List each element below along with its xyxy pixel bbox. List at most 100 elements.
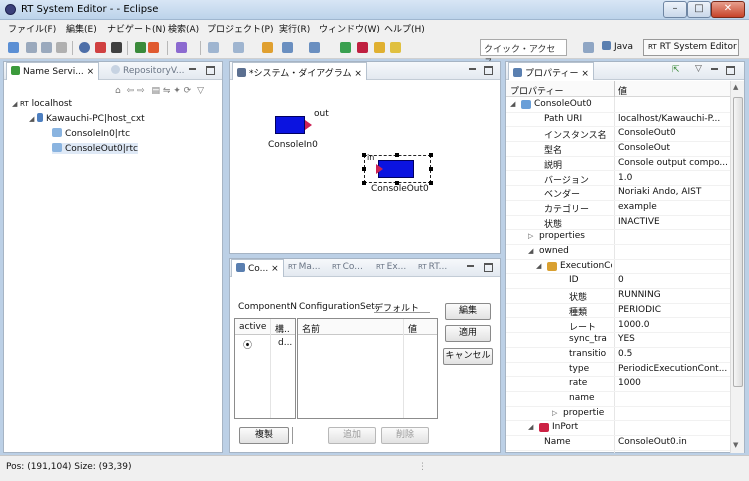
property-row[interactable]: ▷ properties	[506, 230, 730, 245]
last-edit-icon[interactable]	[262, 42, 273, 53]
save-icon[interactable]	[26, 42, 37, 53]
property-row[interactable]: Name ConsoleOut0.in	[506, 436, 730, 451]
view-menu-icon[interactable]: ▽	[695, 64, 702, 74]
tab-manager[interactable]: RT Ma...	[284, 259, 325, 277]
expand-arrow-icon[interactable]: ▷	[528, 232, 533, 240]
expand-arrow-icon[interactable]: ◢	[528, 423, 533, 431]
expand-arrow-icon[interactable]: ▷	[552, 409, 557, 417]
add-button[interactable]: 追加	[328, 427, 376, 444]
open-perspective-icon[interactable]	[583, 42, 594, 53]
minimize-view-icon[interactable]	[466, 263, 475, 272]
property-row[interactable]: レート 1000.0	[506, 319, 730, 334]
menu-help[interactable]: ヘルプ(H)	[384, 22, 425, 35]
close-button[interactable]: ✕	[711, 1, 745, 18]
resize-handle[interactable]	[395, 153, 399, 157]
configuration-set-value[interactable]: デフォルト	[374, 299, 430, 314]
resize-handle[interactable]	[429, 153, 433, 157]
scroll-down-icon[interactable]: ▼	[733, 441, 738, 449]
property-row[interactable]: ◢ InPort	[506, 421, 730, 437]
column-header-name[interactable]: 名前	[302, 322, 320, 335]
property-row[interactable]: 状態 INACTIVE	[506, 216, 730, 231]
maximize-view-icon[interactable]	[726, 66, 735, 75]
column-header-value[interactable]: 値	[408, 322, 417, 335]
property-row[interactable]: バージョン 1.0	[506, 172, 730, 187]
minimize-button[interactable]: –	[663, 1, 687, 18]
property-row[interactable]: name	[506, 392, 730, 407]
column-header-property[interactable]: プロパティー	[510, 84, 563, 97]
property-row[interactable]: sync_tra YES	[506, 333, 730, 348]
delete-button[interactable]: 削除	[381, 427, 429, 444]
view-menu-icon[interactable]: ▽	[197, 86, 204, 96]
link-icon[interactable]: ⇋	[163, 86, 171, 96]
property-row[interactable]: ◢ owned	[506, 245, 730, 260]
tab-repository[interactable]: RepositoryV...	[107, 62, 188, 80]
settings-icon[interactable]	[79, 42, 90, 53]
menu-search[interactable]: 検索(A)	[168, 22, 199, 35]
expand-arrow-icon[interactable]: ◢	[536, 262, 541, 270]
maximize-view-icon[interactable]	[484, 263, 493, 272]
property-row[interactable]: ◢ ConsoleOut0	[506, 98, 730, 113]
tab-properties[interactable]: プロパティー ⨯	[508, 62, 594, 80]
property-row[interactable]: 種類 PERIODIC	[506, 304, 730, 319]
tab-configuration[interactable]: Co... ⨯	[231, 259, 284, 277]
minimize-view-icon[interactable]	[710, 66, 719, 75]
menu-run[interactable]: 実行(R)	[279, 22, 310, 35]
expand-arrow-icon[interactable]: ◢	[510, 100, 515, 108]
column-header-active[interactable]: active	[239, 322, 266, 332]
property-row[interactable]: ◢ ExecutionCc	[506, 260, 730, 275]
menu-window[interactable]: ウィンドウ(W)	[319, 22, 380, 35]
rtc-on-icon[interactable]	[95, 42, 106, 53]
back-icon[interactable]: ⇦	[127, 86, 135, 96]
save-all-icon[interactable]	[41, 42, 52, 53]
tree-item-consoleout0[interactable]: ConsoleOut0|rtc	[52, 143, 138, 154]
component-consoleout0[interactable]	[378, 160, 414, 178]
refresh-icon[interactable]: ⟳	[184, 86, 192, 96]
minimize-view-icon[interactable]	[468, 66, 477, 75]
property-row[interactable]: Path URI localhost/Kawauchi-P...	[506, 113, 730, 128]
menu-file[interactable]: ファイル(F)	[8, 22, 56, 35]
property-row[interactable]: カテゴリー example	[506, 201, 730, 216]
pin-icon[interactable]: ⇱	[672, 65, 680, 75]
resize-handle[interactable]	[362, 167, 366, 171]
maximize-button[interactable]: □	[687, 1, 711, 18]
tree-item-host-context[interactable]: ◢ Kawauchi-PC|host_cxt	[29, 113, 145, 124]
property-row[interactable]: ▷ propertie	[506, 407, 730, 422]
next-annotation-icon[interactable]	[208, 42, 219, 53]
rtse-connect-icon[interactable]	[340, 42, 351, 53]
property-row[interactable]: 状態 RUNNING	[506, 289, 730, 304]
expand-arrow-icon[interactable]: ◢	[528, 247, 533, 255]
rtse-save-icon[interactable]	[390, 42, 401, 53]
home-icon[interactable]: ⌂	[115, 86, 121, 96]
property-row[interactable]: rate 1000	[506, 377, 730, 392]
rtc-off-icon[interactable]	[111, 42, 122, 53]
menu-navigate[interactable]: ナビゲート(N)	[107, 22, 166, 35]
rtse-restore-icon[interactable]	[374, 42, 385, 53]
copy-button[interactable]: 複製	[239, 427, 289, 444]
maximize-view-icon[interactable]	[484, 66, 493, 75]
cancel-button[interactable]: キャンセル	[443, 348, 493, 365]
back-icon[interactable]	[282, 42, 293, 53]
tab-rt-log[interactable]: RT RT...	[414, 259, 451, 277]
column-header-config[interactable]: 構..	[275, 322, 293, 335]
tool-icon[interactable]	[176, 42, 187, 53]
apply-button[interactable]: 適用	[445, 325, 491, 342]
perspective-java[interactable]: Java	[598, 39, 637, 56]
menu-edit[interactable]: 編集(E)	[66, 22, 97, 35]
vertical-scrollbar[interactable]: ▲ ▼	[730, 81, 744, 453]
property-row[interactable]: 型名 ConsoleOut	[506, 142, 730, 157]
tree-item-localhost[interactable]: ◢ RT localhost	[12, 99, 72, 109]
quick-access-input[interactable]: クイック・アクセス	[480, 39, 567, 68]
new-icon[interactable]	[8, 42, 19, 53]
connect-icon[interactable]: ✦	[173, 86, 181, 96]
run-icon[interactable]	[148, 42, 159, 53]
tab-composite[interactable]: RT Co...	[328, 259, 367, 277]
print-icon[interactable]	[56, 42, 67, 53]
active-radio[interactable]: ⦿	[243, 338, 252, 351]
outport-icon[interactable]	[305, 120, 312, 130]
prev-annotation-icon[interactable]	[233, 42, 244, 53]
tab-name-service[interactable]: Name Servi... ⨯	[6, 62, 100, 80]
minimize-view-icon[interactable]	[188, 66, 197, 75]
collapse-icon[interactable]: ▤	[151, 86, 160, 96]
resize-handle[interactable]	[429, 167, 433, 171]
tab-system-diagram[interactable]: *システム・ダイアグラム ⨯	[232, 62, 367, 80]
